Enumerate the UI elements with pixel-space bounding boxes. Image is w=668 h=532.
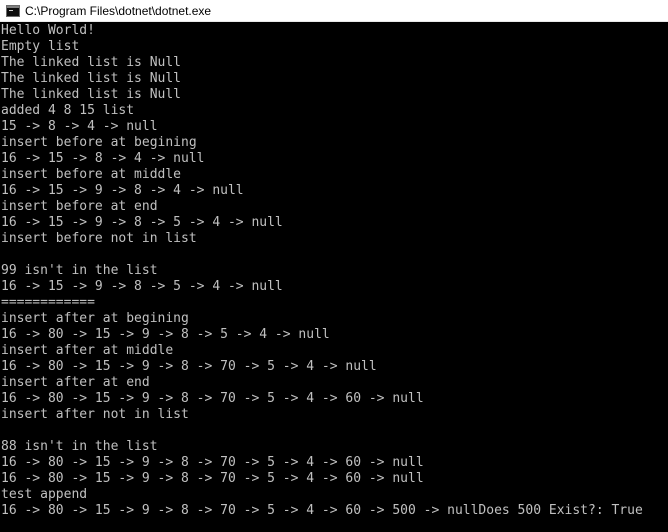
console-line: Empty list <box>1 39 80 54</box>
console-line: 15 -> 8 -> 4 -> null <box>1 119 158 134</box>
console-line: 99 isn't in the list <box>1 263 158 278</box>
console-line: insert before at middle <box>1 167 182 182</box>
console-line: 16 -> 80 -> 15 -> 9 -> 8 -> 70 -> 5 -> 4… <box>1 359 377 374</box>
console-line: 16 -> 80 -> 15 -> 9 -> 8 -> 5 -> 4 -> nu… <box>1 327 330 342</box>
title-bar[interactable]: C:\Program Files\dotnet\dotnet.exe <box>0 0 668 22</box>
console-line: 16 -> 80 -> 15 -> 9 -> 8 -> 70 -> 5 -> 4… <box>1 455 424 470</box>
console-line: 16 -> 15 -> 9 -> 8 -> 5 -> 4 -> null <box>1 279 283 294</box>
window-title: C:\Program Files\dotnet\dotnet.exe <box>25 3 212 18</box>
console-line: Hello World! <box>1 23 95 38</box>
console-line: 16 -> 80 -> 15 -> 9 -> 8 -> 70 -> 5 -> 4… <box>1 503 643 518</box>
console-line: test append <box>1 487 88 502</box>
console-line: insert after not in list <box>1 407 189 422</box>
console-line: The linked list is Null <box>1 71 182 86</box>
console-line: 16 -> 80 -> 15 -> 9 -> 8 -> 70 -> 5 -> 4… <box>1 471 424 486</box>
console-line: insert before at begining <box>1 135 197 150</box>
console-line: 88 isn't in the list <box>1 439 158 454</box>
console-line: 16 -> 15 -> 9 -> 8 -> 5 -> 4 -> null <box>1 215 283 230</box>
console-line: added 4 8 15 list <box>1 103 135 118</box>
console-line: The linked list is Null <box>1 55 182 70</box>
console-window: C:\Program Files\dotnet\dotnet.exe Hello… <box>0 0 668 532</box>
console-line: 16 -> 15 -> 8 -> 4 -> null <box>1 151 205 166</box>
console-line: 16 -> 80 -> 15 -> 9 -> 8 -> 70 -> 5 -> 4… <box>1 391 424 406</box>
console-output[interactable]: Hello World! Empty list The linked list is… <box>1 22 668 532</box>
console-app-icon <box>6 4 20 17</box>
console-line: ============ <box>1 295 95 310</box>
console-line: 16 -> 15 -> 9 -> 8 -> 4 -> null <box>1 183 244 198</box>
console-line: insert after at end <box>1 375 150 390</box>
console-line: The linked list is Null <box>1 87 182 102</box>
console-line: insert after at begining <box>1 311 189 326</box>
console-line: insert after at middle <box>1 343 174 358</box>
console-line: insert before not in list <box>1 231 197 246</box>
console-line: insert before at end <box>1 199 158 214</box>
